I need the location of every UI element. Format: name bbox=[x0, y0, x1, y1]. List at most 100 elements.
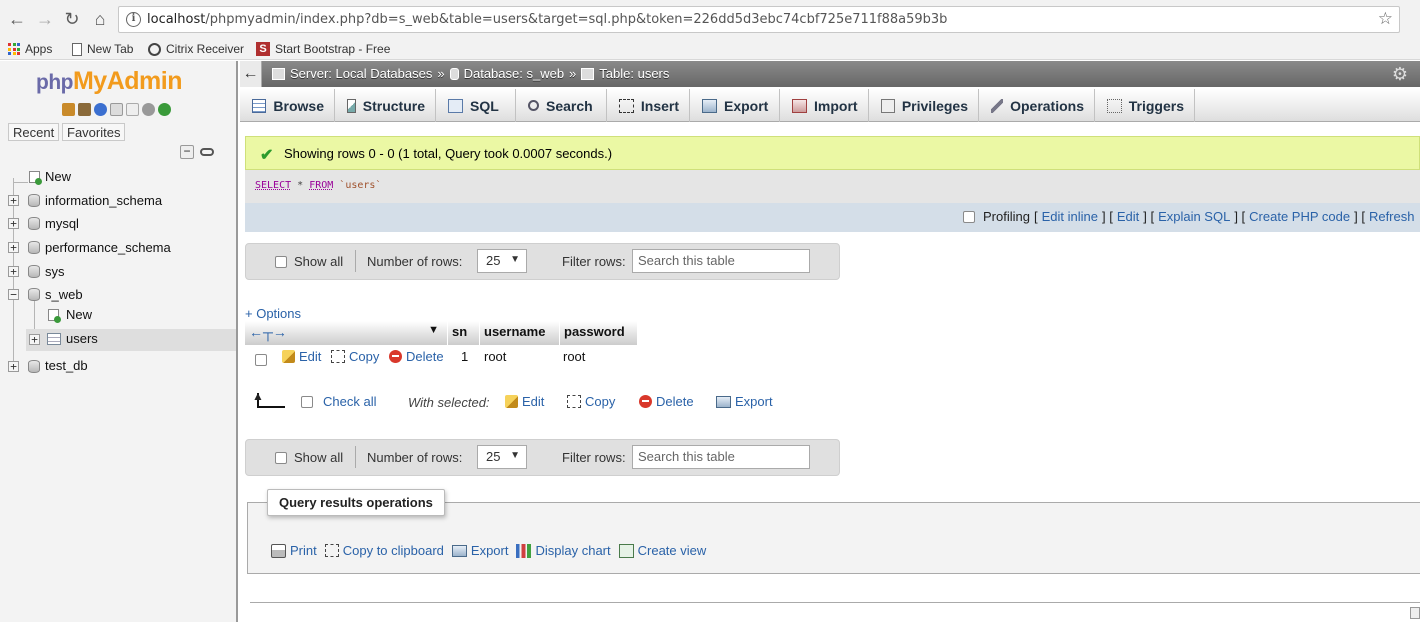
breadcrumb-database[interactable]: Database: s_web bbox=[464, 66, 564, 81]
gear-icon[interactable]: ⚙ bbox=[1392, 64, 1408, 85]
refresh-link[interactable]: Refresh bbox=[1369, 209, 1415, 224]
edit-query-link[interactable]: Edit bbox=[1117, 209, 1139, 224]
create-view-button[interactable]: Create view bbox=[618, 543, 706, 558]
rows-per-page-select[interactable]: 25 ▼ bbox=[477, 249, 527, 273]
explain-sql-link[interactable]: Explain SQL bbox=[1158, 209, 1230, 224]
check-all-checkbox[interactable] bbox=[301, 395, 313, 408]
collapse-nav-arrow-icon[interactable]: ← bbox=[240, 61, 262, 87]
tab-sql[interactable]: SQL bbox=[436, 89, 516, 122]
sql-query-box[interactable]: SELECT * FROM `users` bbox=[245, 170, 1420, 203]
check-all-control[interactable]: Check all bbox=[301, 394, 376, 409]
help-icon[interactable] bbox=[94, 103, 107, 116]
selected-edit-button[interactable]: Edit bbox=[505, 394, 544, 409]
expand-icon[interactable]: + bbox=[8, 195, 19, 206]
console-toggle-icon[interactable] bbox=[1410, 607, 1420, 619]
filter-rows-input[interactable]: Search this table bbox=[632, 249, 810, 273]
tree-new-database[interactable]: New bbox=[45, 169, 71, 184]
row-checkbox[interactable] bbox=[255, 354, 267, 366]
home-icon[interactable] bbox=[62, 103, 75, 116]
tab-export[interactable]: Export bbox=[690, 89, 780, 122]
cell-username[interactable]: root bbox=[484, 349, 506, 364]
export-button[interactable]: Export bbox=[451, 543, 508, 558]
bookmark-star-icon[interactable]: ☆ bbox=[1378, 9, 1393, 29]
home-icon[interactable]: ⌂ bbox=[89, 8, 111, 30]
cell-password[interactable]: root bbox=[563, 349, 585, 364]
tab-operations[interactable]: Operations bbox=[979, 89, 1095, 122]
expand-icon[interactable]: + bbox=[8, 266, 19, 277]
filter-rows-input[interactable]: Search this table bbox=[632, 445, 810, 469]
back-arrow-icon[interactable]: ← bbox=[6, 8, 28, 30]
new-table-icon[interactable] bbox=[48, 309, 61, 323]
expand-icon[interactable]: + bbox=[8, 361, 19, 372]
tab-browse[interactable]: Browse bbox=[240, 89, 335, 122]
tree-db-s-web[interactable]: s_web bbox=[45, 287, 83, 302]
copy-to-clipboard-button[interactable]: Copy to clipboard bbox=[324, 543, 444, 558]
column-header-password[interactable]: password bbox=[560, 321, 638, 345]
reload-icon[interactable] bbox=[158, 103, 171, 116]
query-results-operations-legend: Query results operations bbox=[267, 489, 445, 516]
tree-db-information-schema[interactable]: information_schema bbox=[45, 193, 162, 208]
documentation-icon[interactable] bbox=[110, 103, 123, 116]
bookmark-apps[interactable]: Apps bbox=[8, 41, 52, 57]
forward-arrow-icon[interactable]: → bbox=[34, 8, 56, 30]
column-dropdown-icon[interactable]: ▼ bbox=[428, 324, 439, 336]
show-all-checkbox[interactable] bbox=[275, 255, 287, 268]
recent-tab[interactable]: Recent bbox=[8, 123, 60, 141]
collapse-all-icon[interactable]: − bbox=[180, 145, 194, 159]
show-all-checkbox[interactable] bbox=[275, 451, 287, 464]
tree-db-performance-schema[interactable]: performance_schema bbox=[45, 240, 171, 255]
tree-db-test-db[interactable]: test_db bbox=[45, 358, 88, 373]
show-all-control[interactable]: Show all bbox=[275, 254, 343, 269]
column-header-username[interactable]: username bbox=[480, 321, 560, 345]
profiling-checkbox[interactable] bbox=[963, 210, 975, 223]
new-database-icon[interactable] bbox=[29, 171, 42, 185]
selected-export-button[interactable]: Export bbox=[716, 394, 773, 409]
breadcrumb-table[interactable]: Table: users bbox=[599, 66, 669, 81]
row-delete-button[interactable]: Delete bbox=[389, 349, 444, 364]
exit-icon[interactable] bbox=[78, 103, 91, 116]
phpmyadmin-logo[interactable]: phpMyAdmin bbox=[36, 67, 182, 96]
row-copy-button[interactable]: Copy bbox=[331, 349, 379, 364]
bookmark-citrix[interactable]: Citrix Receiver bbox=[148, 41, 244, 57]
selected-copy-button[interactable]: Copy bbox=[567, 394, 615, 409]
bookmark-new-tab[interactable]: New Tab bbox=[72, 41, 133, 57]
bookmark-start-bootstrap[interactable]: S Start Bootstrap - Free bbox=[256, 41, 390, 57]
site-info-icon[interactable]: i bbox=[126, 12, 141, 27]
favorites-tab[interactable]: Favorites bbox=[62, 123, 126, 141]
rows-per-page-select[interactable]: 25 ▼ bbox=[477, 445, 527, 469]
breadcrumb-server[interactable]: Server: Local Databases bbox=[290, 66, 432, 81]
table-icon bbox=[47, 333, 61, 345]
row-edit-button[interactable]: Edit bbox=[282, 349, 321, 364]
tab-import[interactable]: Import bbox=[780, 89, 869, 122]
options-link[interactable]: + Options bbox=[245, 306, 301, 321]
expand-icon[interactable]: + bbox=[29, 334, 40, 345]
tab-structure[interactable]: Structure bbox=[335, 89, 436, 122]
tab-privileges[interactable]: Privileges bbox=[869, 89, 979, 122]
selected-delete-button[interactable]: Delete bbox=[639, 394, 694, 409]
tab-search[interactable]: Search bbox=[516, 89, 607, 122]
copy-icon[interactable] bbox=[126, 103, 139, 116]
column-resize-arrows-icon[interactable]: ←┬→ bbox=[249, 324, 287, 340]
column-header-sn[interactable]: sn bbox=[448, 321, 480, 345]
checkmark-icon: ✔ bbox=[260, 147, 274, 164]
address-bar[interactable]: i localhost/phpmyadmin/index.php?db=s_we… bbox=[118, 6, 1400, 33]
expand-icon[interactable]: + bbox=[8, 218, 19, 229]
tab-triggers[interactable]: Triggers bbox=[1095, 89, 1195, 122]
link-with-main-icon[interactable] bbox=[200, 148, 214, 156]
reload-icon[interactable]: ↻ bbox=[61, 8, 83, 30]
gear-icon[interactable] bbox=[142, 103, 155, 116]
tree-db-mysql[interactable]: mysql bbox=[45, 216, 79, 231]
show-all-control[interactable]: Show all bbox=[275, 450, 343, 465]
collapse-icon[interactable]: − bbox=[8, 289, 19, 300]
tab-insert[interactable]: Insert bbox=[607, 89, 690, 122]
expand-icon[interactable]: + bbox=[8, 242, 19, 253]
url-text[interactable]: localhost/phpmyadmin/index.php?db=s_web&… bbox=[147, 12, 947, 27]
tree-db-sys[interactable]: sys bbox=[45, 264, 65, 279]
tree-new-table[interactable]: New bbox=[66, 307, 92, 322]
display-chart-button[interactable]: Display chart bbox=[516, 543, 611, 558]
cell-sn[interactable]: 1 bbox=[461, 349, 468, 364]
print-button[interactable]: Print bbox=[271, 543, 317, 558]
tree-table-users[interactable]: users bbox=[66, 331, 98, 346]
edit-inline-link[interactable]: Edit inline bbox=[1042, 209, 1098, 224]
create-php-code-link[interactable]: Create PHP code bbox=[1249, 209, 1350, 224]
